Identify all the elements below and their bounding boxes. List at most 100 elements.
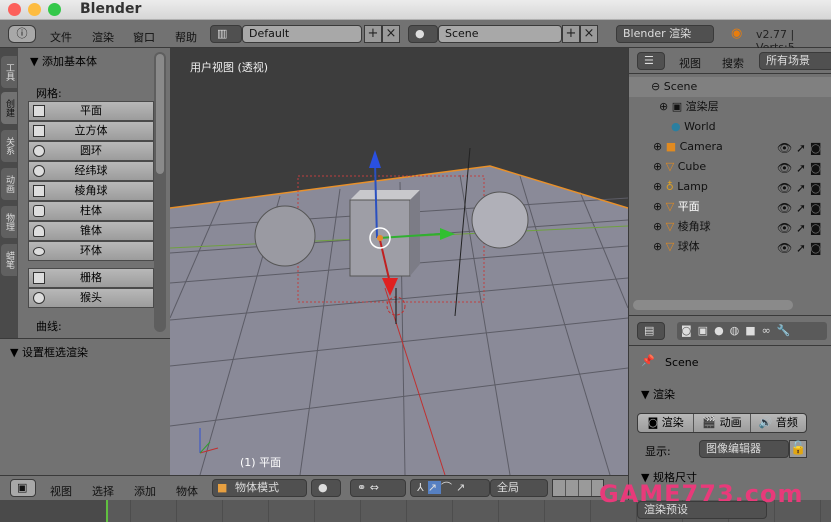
add-uv-sphere-button[interactable]: 经纬球	[28, 161, 154, 181]
menu-view[interactable]: 视图	[679, 55, 701, 71]
context-scene: Scene	[665, 356, 699, 369]
menu-select[interactable]: 选择	[92, 483, 114, 499]
add-circle-button[interactable]: 圆环	[28, 141, 154, 161]
cylinder-icon	[33, 205, 45, 217]
menu-view[interactable]: 视图	[50, 483, 72, 499]
pin-icon[interactable]: 📌	[641, 354, 655, 367]
tab-create[interactable]: 创建	[1, 92, 17, 124]
timeline-tick	[130, 500, 131, 522]
layer-buttons[interactable]	[552, 479, 604, 497]
uv-sphere-object[interactable]	[471, 191, 529, 249]
current-frame-marker[interactable]	[106, 500, 108, 522]
cone-icon	[33, 225, 45, 237]
render-panel-header[interactable]: ▼ 渲染	[641, 386, 675, 402]
mesh-label: 网格:	[36, 87, 62, 100]
timeline-tick	[268, 500, 269, 522]
editor-type-info-icon[interactable]: ⓘ	[8, 25, 36, 43]
view-label: 用户视图 (透视)	[190, 61, 269, 74]
cube-icon	[33, 125, 45, 137]
maximize-window-button[interactable]	[48, 3, 61, 16]
lock-icon[interactable]: 🔓	[789, 440, 807, 458]
timeline-out-range	[0, 500, 106, 522]
panel-header[interactable]: ▼ 设置框选渲染	[10, 344, 88, 360]
curve-label: 曲线:	[36, 320, 62, 333]
timeline-tick	[406, 500, 407, 522]
delete-scene-button[interactable]: ×	[580, 25, 598, 43]
add-grid-button[interactable]: 栅格	[28, 268, 154, 288]
timeline-tick	[222, 500, 223, 522]
menu-file[interactable]: 文件	[50, 29, 72, 45]
tab-tools[interactable]: 工具	[1, 56, 17, 88]
outliner-item-scene[interactable]: ⊖ Scene	[629, 77, 831, 97]
menu-add[interactable]: 添加	[134, 483, 156, 499]
z-arrow-icon[interactable]	[369, 150, 381, 168]
editor-type-icon[interactable]: ▣	[10, 479, 36, 497]
menu-search[interactable]: 搜索	[722, 55, 744, 71]
add-ico-sphere-button[interactable]: 棱角球	[28, 181, 154, 201]
manipulator-toggles[interactable]: ⅄↗⌒↗	[410, 479, 490, 497]
scene-icon[interactable]: ●	[408, 25, 438, 43]
panel-header[interactable]: ▼ 添加基本体	[30, 53, 97, 69]
timeline-tick	[176, 500, 177, 522]
context-tabs[interactable]: ◙▣●◍■∞🔧	[677, 322, 827, 340]
menu-render[interactable]: 渲染	[92, 29, 114, 45]
timeline-tick	[452, 500, 453, 522]
outliner-editor-icon[interactable]: ☰	[637, 52, 665, 70]
outliner-item-world[interactable]: ● World	[629, 117, 831, 137]
properties-header: ▤ ◙▣●◍■∞🔧	[629, 316, 831, 346]
border-render-panel: ▼ 设置框选渲染	[0, 338, 170, 475]
viewport-header: ▣ 视图 选择 添加 物体 物体模式 ■ ● ⚭ ⇔ ⅄↗⌒↗ 全局	[0, 475, 628, 500]
tab-relations[interactable]: 关系	[1, 130, 17, 162]
render-engine-select[interactable]: Blender 渲染	[616, 25, 714, 43]
tab-physics[interactable]: 物理	[1, 206, 17, 238]
timeline-tick	[590, 500, 591, 522]
outliner-item-render-layers[interactable]: ⊕ ▣ 渲染层	[629, 97, 831, 117]
outliner-header: ☰ 视图 搜索 所有场景	[629, 48, 831, 74]
display-select[interactable]: 图像编辑器	[699, 440, 789, 458]
render-buttons: ◙ 渲染 🎬 动画 🔊 音频	[637, 413, 807, 433]
3d-viewport[interactable]: 用户视图 (透视) (1) 平面	[170, 48, 628, 475]
close-window-button[interactable]	[8, 3, 21, 16]
timeline-tick	[498, 500, 499, 522]
audio-button[interactable]: 🔊 音频	[751, 414, 806, 432]
layout-field[interactable]: Default	[242, 25, 362, 43]
minimize-window-button[interactable]	[28, 3, 41, 16]
cube-top	[350, 190, 420, 200]
add-plane-button[interactable]: 平面	[28, 101, 154, 121]
render-image-button[interactable]: ◙ 渲染	[638, 414, 695, 432]
add-scene-button[interactable]: +	[562, 25, 580, 43]
app-title: Blender	[80, 1, 142, 17]
add-cylinder-button[interactable]: 柱体	[28, 201, 154, 221]
delete-layout-button[interactable]: ×	[382, 25, 400, 43]
horizontal-scrollbar[interactable]	[633, 300, 793, 310]
menu-object[interactable]: 物体	[176, 483, 198, 499]
add-primitive-panel: ▼ 添加基本体 网格: 平面 立方体 圆环 经纬球 棱角球 柱体 锥体 环体 栅…	[18, 48, 170, 338]
tab-animation[interactable]: 动画	[1, 168, 17, 200]
render-animation-button[interactable]: 🎬 动画	[694, 414, 751, 432]
ico-sphere-object[interactable]	[254, 205, 316, 267]
scene-field[interactable]: Scene	[438, 25, 562, 43]
title-bar: Blender	[0, 0, 831, 20]
layout-icon[interactable]: ▥	[210, 25, 242, 43]
info-header: ⓘ 文件 渲染 窗口 帮助 ▥ Default + × ● Scene + × …	[0, 20, 831, 54]
tab-grease-pencil[interactable]: 蜡笔	[1, 244, 17, 276]
display-mode-select[interactable]: 所有场景	[759, 52, 831, 70]
menu-window[interactable]: 窗口	[133, 29, 155, 45]
visibility-toggles[interactable]: 👁 ➚ ◙ 👁 ➚ ◙ 👁 ➚ ◙ 👁 ➚ ◙ 👁 ➚ ◙ 👁 ➚ ◙	[777, 138, 831, 258]
add-torus-button[interactable]: 环体	[28, 241, 154, 261]
add-monkey-button[interactable]: 猴头	[28, 288, 154, 308]
scene-render	[170, 147, 628, 475]
pivot-select[interactable]: ⚭ ⇔	[350, 479, 406, 497]
menu-help[interactable]: 帮助	[175, 29, 197, 45]
add-cube-button[interactable]: 立方体	[28, 121, 154, 141]
add-layout-button[interactable]: +	[364, 25, 382, 43]
outliner: ☰ 视图 搜索 所有场景 ⊖ Scene ⊕ ▣ 渲染层 ● World ⊕ ■…	[628, 48, 831, 315]
render-preset-select[interactable]: 渲染预设	[637, 501, 767, 519]
add-cone-button[interactable]: 锥体	[28, 221, 154, 241]
object-label: (1) 平面	[240, 456, 282, 469]
orientation-select[interactable]: 全局	[490, 479, 548, 497]
properties-editor-icon[interactable]: ▤	[637, 322, 665, 340]
cube-mode-icon: ■	[217, 481, 228, 494]
shading-select[interactable]: ●	[311, 479, 341, 497]
scrollbar[interactable]	[154, 52, 166, 332]
